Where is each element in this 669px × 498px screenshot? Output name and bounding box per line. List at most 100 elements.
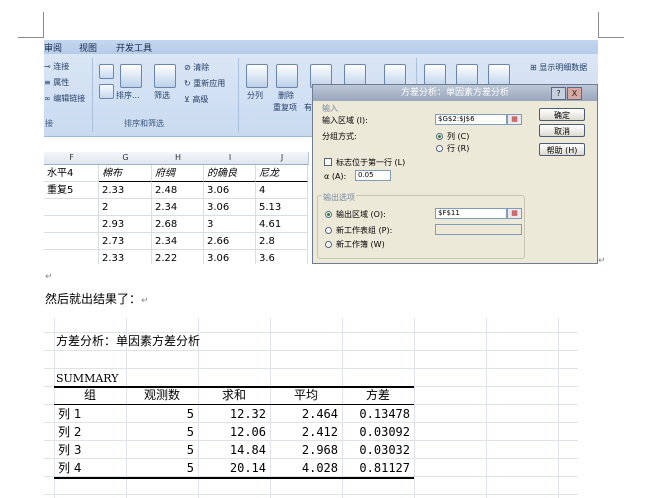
table-cell[interactable]: 3.6	[256, 250, 308, 264]
ribbon-tab-bar: 审阅 视图 开发工具	[44, 40, 598, 54]
table-cell[interactable]: 2	[99, 199, 152, 216]
tab-developer[interactable]: 开发工具	[116, 41, 152, 54]
filter-button-label[interactable]: 筛选	[154, 90, 170, 101]
dialog-title: 方差分析：单因素方差分析	[400, 88, 509, 98]
sort-ascending-icon[interactable]	[99, 64, 114, 79]
table-cell[interactable]: 府绸	[152, 165, 204, 182]
radio-new-sheet[interactable]	[325, 227, 332, 234]
column-header[interactable]: I	[204, 152, 257, 165]
clear-button[interactable]: ⊘ 清除	[184, 62, 209, 73]
table-cell: 2.968	[301, 443, 338, 457]
column-header[interactable]: J	[256, 152, 309, 165]
paragraph-mark: ↵	[45, 272, 53, 282]
remove-duplicates-label[interactable]: 删除	[278, 90, 294, 101]
gridline	[558, 318, 559, 498]
table-header: 观测数	[143, 388, 180, 402]
table-cell[interactable]: 3.06	[204, 199, 256, 216]
table-cell[interactable]: 棉布	[99, 165, 152, 182]
remove-duplicates-icon[interactable]	[276, 64, 298, 88]
table-cell[interactable]: 3.06	[204, 182, 256, 199]
radio-output-range[interactable]	[325, 211, 332, 218]
sort-dialog-icon[interactable]	[120, 64, 142, 88]
advanced-button[interactable]: ⊻ 高级	[184, 94, 208, 105]
table-header: 方差	[365, 388, 390, 402]
table-cell[interactable]: 的确良	[204, 165, 256, 182]
table-cell[interactable]: 2.22	[152, 250, 204, 264]
connections-button[interactable]: ⊸ 连接	[44, 61, 69, 72]
column-header[interactable]: F	[44, 152, 100, 165]
dialog-help-icon[interactable]: ?	[551, 87, 566, 100]
table-cell[interactable]: 5.13	[256, 199, 308, 216]
labels-first-row-checkbox[interactable]	[324, 158, 332, 166]
table-header: 求和	[221, 388, 246, 402]
table-cell[interactable]	[44, 250, 99, 264]
page-corner-mark-right-v	[598, 12, 599, 38]
table-cell[interactable]: 2.8	[256, 233, 308, 250]
gridline	[44, 350, 578, 351]
sort-button-label[interactable]: 排序...	[116, 90, 140, 101]
page-corner-mark-right-h	[598, 37, 624, 38]
range-picker-icon[interactable]: ▦	[507, 114, 522, 125]
remove-duplicates-label-2[interactable]: 重复项	[273, 102, 297, 113]
column-header[interactable]: H	[152, 152, 205, 165]
edit-links-button[interactable]: ∞ 编辑链接	[44, 93, 85, 104]
table-cell[interactable]: 2.73	[99, 233, 152, 250]
range-picker-icon[interactable]: ▦	[507, 208, 522, 219]
alpha-field[interactable]: 0.05	[355, 170, 391, 181]
table-cell: 2.412	[301, 425, 338, 439]
gridline	[414, 318, 415, 498]
table-cell[interactable]: 2.66	[204, 233, 256, 250]
table-cell[interactable]: 重复5	[44, 182, 99, 199]
column-header[interactable]: G	[99, 152, 153, 165]
radio-columns[interactable]	[436, 133, 443, 140]
table-cell[interactable]: 4	[256, 182, 308, 199]
table-cell: 5	[186, 443, 194, 457]
gridline	[44, 494, 578, 495]
table-cell: 0.03092	[359, 425, 410, 439]
cancel-button[interactable]: 取消	[539, 124, 585, 137]
show-detail-button[interactable]: ⊞ 显示明细数据	[530, 62, 587, 73]
table-cell[interactable]: 尼龙	[256, 165, 308, 182]
tab-review[interactable]: 审阅	[44, 41, 62, 54]
table-cell[interactable]: 2.93	[99, 216, 152, 233]
paragraph-mark: ↵	[598, 256, 606, 266]
table-cell[interactable]: 3	[204, 216, 256, 233]
new-sheet-field[interactable]	[435, 224, 522, 235]
table-cell[interactable]	[44, 199, 99, 216]
table-cell[interactable]: 4.61	[256, 216, 308, 233]
input-range-label: 输入区域 (I):	[322, 116, 368, 125]
input-range-field[interactable]: $G$2:$J$6	[435, 114, 507, 125]
text-to-columns-label[interactable]: 分列	[247, 90, 263, 101]
table-cell[interactable]: 2.34	[152, 199, 204, 216]
radio-rows[interactable]	[436, 145, 443, 152]
table-cell[interactable]: 2.33	[99, 182, 152, 199]
results-title: 方差分析：单因素方差分析	[56, 334, 201, 348]
help-button[interactable]: 帮助 (H)	[539, 143, 585, 156]
table-cell: 20.14	[229, 461, 266, 475]
gridline	[486, 318, 487, 498]
tab-view[interactable]: 视图	[79, 41, 97, 54]
properties-button[interactable]: ≡ 属性	[44, 77, 69, 88]
sort-filter-group-label: 排序和筛选	[124, 119, 164, 128]
table-cell[interactable]: 2.34	[152, 233, 204, 250]
table-cell[interactable]: 3.06	[204, 250, 256, 264]
ok-button[interactable]: 确定	[539, 108, 585, 121]
filter-funnel-icon[interactable]	[154, 64, 176, 88]
table-cell: 0.13478	[359, 407, 410, 421]
radio-new-workbook[interactable]	[325, 241, 332, 248]
reapply-button[interactable]: ↻ 重新应用	[184, 78, 225, 89]
sort-descending-icon[interactable]	[99, 84, 114, 99]
radio-rows-label: 行 (R)	[447, 144, 470, 153]
results-sheet: 方差分析：单因素方差分析 SUMMARY 组观测数 求和 平均 方差列 1 5 12.32 2.…	[44, 318, 578, 498]
data-validation-label[interactable]: 有	[304, 102, 312, 113]
output-range-field[interactable]: $F$11	[435, 208, 507, 219]
table-cell[interactable]: 水平4	[44, 165, 99, 182]
page-corner-mark-left-h	[18, 37, 44, 38]
dialog-close-icon[interactable]: X	[567, 87, 582, 100]
table-cell[interactable]: 2.48	[152, 182, 204, 199]
text-to-columns-icon[interactable]	[246, 64, 268, 88]
table-cell[interactable]: 2.68	[152, 216, 204, 233]
table-cell[interactable]: 2.33	[99, 250, 152, 264]
table-cell[interactable]	[44, 233, 99, 250]
table-cell[interactable]	[44, 216, 99, 233]
